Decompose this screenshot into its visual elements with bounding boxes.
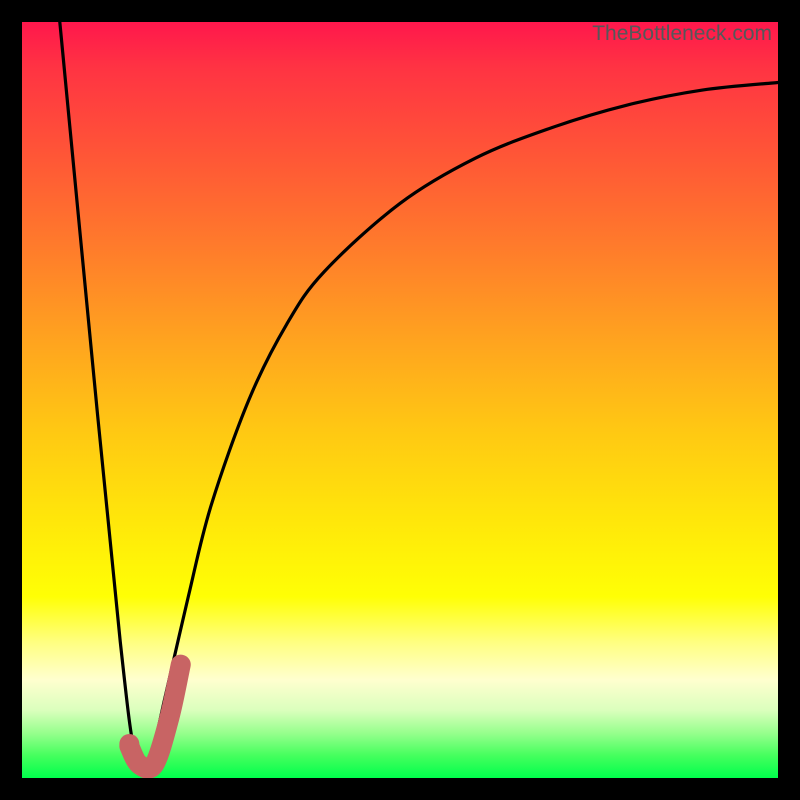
accent-hook [129, 665, 180, 769]
chart-svg [22, 22, 778, 778]
bottleneck-curve [60, 22, 778, 766]
marker-dot [119, 734, 139, 754]
chart-frame: TheBottleneck.com [0, 0, 800, 800]
chart-plot-area: TheBottleneck.com [22, 22, 778, 778]
